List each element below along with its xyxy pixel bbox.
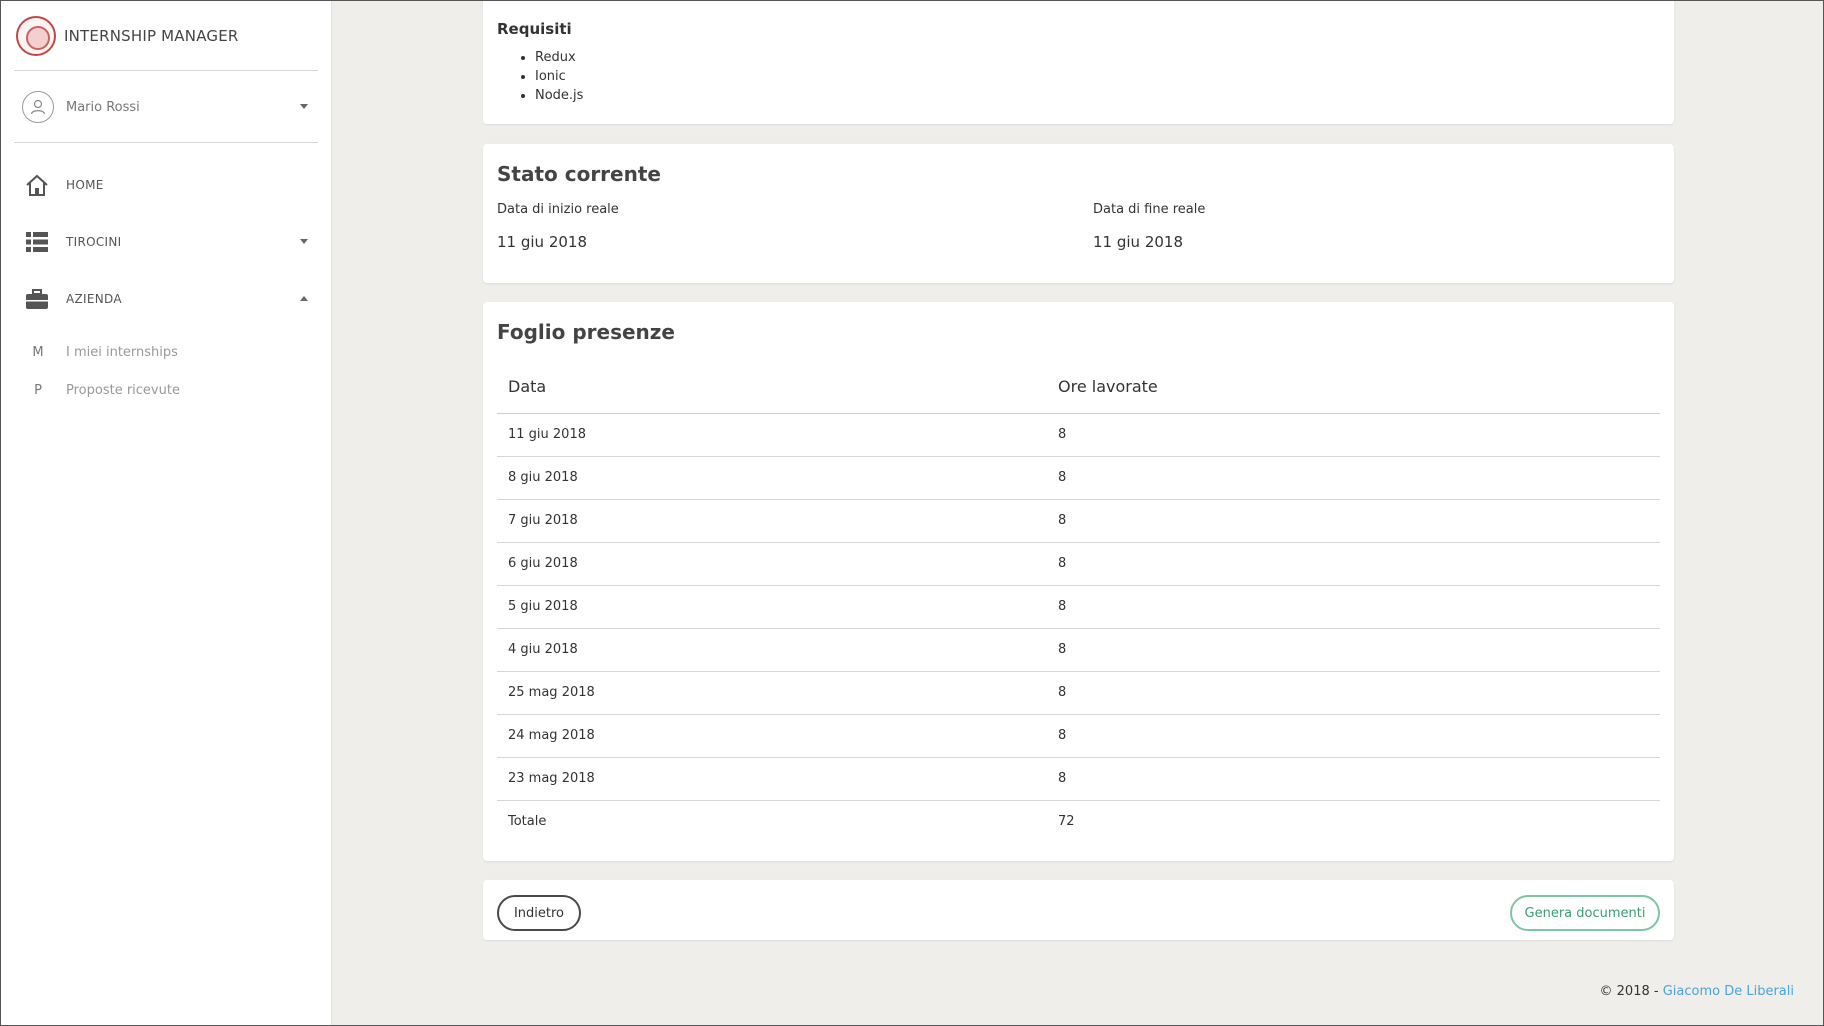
sidebar-item-home[interactable]: HOME xyxy=(24,168,318,202)
date-cell: 4 giu 2018 xyxy=(497,628,1047,672)
table-row: 7 giu 2018 8 xyxy=(497,499,1660,543)
chevron-down-icon xyxy=(300,104,308,109)
generate-documents-button[interactable]: Genera documenti xyxy=(1510,895,1660,931)
status-card: Stato corrente Data di inizio reale 11 g… xyxy=(483,144,1674,283)
author-link[interactable]: Giacomo De Liberali xyxy=(1663,984,1794,999)
start-date-label: Data di inizio reale xyxy=(497,202,619,217)
start-date-value: 11 giu 2018 xyxy=(497,233,587,251)
back-button[interactable]: Indietro xyxy=(497,895,581,931)
list-item: Node.js xyxy=(535,86,583,105)
table-row: 24 mag 2018 8 xyxy=(497,714,1660,758)
sidebar: INTERNSHIP MANAGER Mario Rossi HOME TIRO… xyxy=(0,0,332,1026)
sidebar-item-label: AZIENDA xyxy=(66,292,122,306)
sidebar-subitem-miei-internships[interactable]: M I miei internships xyxy=(32,340,318,364)
chevron-down-icon xyxy=(300,239,308,244)
hours-cell: 8 xyxy=(1047,413,1660,457)
sidebar-subitem-label: Proposte ricevute xyxy=(66,382,180,398)
hours-cell: 8 xyxy=(1047,456,1660,500)
actions-card: Indietro Genera documenti xyxy=(483,880,1674,940)
hours-cell: 8 xyxy=(1047,757,1660,801)
column-header-date: Data xyxy=(497,360,1047,414)
list-item: Redux xyxy=(535,48,583,67)
table-row: 25 mag 2018 8 xyxy=(497,671,1660,715)
hours-cell: 8 xyxy=(1047,499,1660,543)
total-value: 72 xyxy=(1058,814,1075,830)
sidebar-divider xyxy=(14,142,318,143)
user-menu[interactable]: Mario Rossi xyxy=(22,90,318,124)
list-item: Ionic xyxy=(535,67,583,86)
table-row: 23 mag 2018 8 xyxy=(497,757,1660,801)
table-row: 4 giu 2018 8 xyxy=(497,628,1660,672)
list-icon xyxy=(24,229,50,255)
table-header-row: Data Ore lavorate xyxy=(497,360,1660,414)
sidebar-subitem-proposte-ricevute[interactable]: P Proposte ricevute xyxy=(32,378,318,402)
footer: © 2018 - Giacomo De Liberali xyxy=(1600,984,1794,999)
user-avatar-icon xyxy=(22,91,54,123)
copyright-text: © 2018 - xyxy=(1599,984,1663,999)
requirements-list: Redux Ionic Node.js xyxy=(535,48,583,105)
total-label: Totale xyxy=(508,814,547,830)
brand[interactable]: INTERNSHIP MANAGER xyxy=(16,14,239,58)
sidebar-item-label: HOME xyxy=(66,178,104,192)
hours-cell: 8 xyxy=(1047,671,1660,715)
date-cell: 24 mag 2018 xyxy=(497,714,1047,758)
date-cell: 5 giu 2018 xyxy=(497,585,1047,629)
app-title: INTERNSHIP MANAGER xyxy=(64,27,239,45)
requirements-title: Requisiti xyxy=(497,20,572,38)
hours-cell: 8 xyxy=(1047,714,1660,758)
date-cell: 23 mag 2018 xyxy=(497,757,1047,801)
sidebar-item-label: TIROCINI xyxy=(66,235,122,249)
date-cell: 7 giu 2018 xyxy=(497,499,1047,543)
university-seal-logo xyxy=(16,16,56,56)
hours-cell: 8 xyxy=(1047,628,1660,672)
attendance-title: Foglio presenze xyxy=(497,320,675,344)
column-header-hours: Ore lavorate xyxy=(1047,360,1660,414)
date-cell: 8 giu 2018 xyxy=(497,456,1047,500)
table-row: 11 giu 2018 8 xyxy=(497,413,1660,457)
user-name: Mario Rossi xyxy=(66,99,140,115)
hours-cell: 8 xyxy=(1047,542,1660,586)
sidebar-item-tirocini[interactable]: TIROCINI xyxy=(24,225,318,259)
attendance-card: Foglio presenze Data Ore lavorate 11 giu… xyxy=(483,302,1674,861)
sidebar-divider xyxy=(14,70,318,71)
table-row: 6 giu 2018 8 xyxy=(497,542,1660,586)
end-date-value: 11 giu 2018 xyxy=(1093,233,1183,251)
attendance-table-body: 11 giu 2018 8 8 giu 2018 8 7 giu 2018 8 6 giu … xyxy=(497,413,1660,843)
table-row: 8 giu 2018 8 xyxy=(497,456,1660,500)
requirements-card: Requisiti Redux Ionic Node.js xyxy=(483,0,1674,124)
briefcase-icon xyxy=(24,286,50,312)
hours-cell: 8 xyxy=(1047,585,1660,629)
sidebar-subitem-letter: P xyxy=(34,382,42,398)
date-cell: 25 mag 2018 xyxy=(497,671,1047,715)
sidebar-subitem-label: I miei internships xyxy=(66,344,178,360)
attendance-table: Data Ore lavorate 11 giu 2018 8 8 giu 2018… xyxy=(497,360,1660,843)
table-row: 5 giu 2018 8 xyxy=(497,585,1660,629)
status-title: Stato corrente xyxy=(497,162,661,186)
table-total-row: Totale 72 xyxy=(497,800,1660,843)
home-icon xyxy=(24,172,50,198)
sidebar-item-azienda[interactable]: AZIENDA xyxy=(24,282,318,316)
date-cell: 6 giu 2018 xyxy=(497,542,1047,586)
date-cell: 11 giu 2018 xyxy=(497,413,1047,457)
end-date-label: Data di fine reale xyxy=(1093,202,1206,217)
sidebar-subitem-letter: M xyxy=(32,344,44,360)
chevron-up-icon xyxy=(300,296,308,301)
